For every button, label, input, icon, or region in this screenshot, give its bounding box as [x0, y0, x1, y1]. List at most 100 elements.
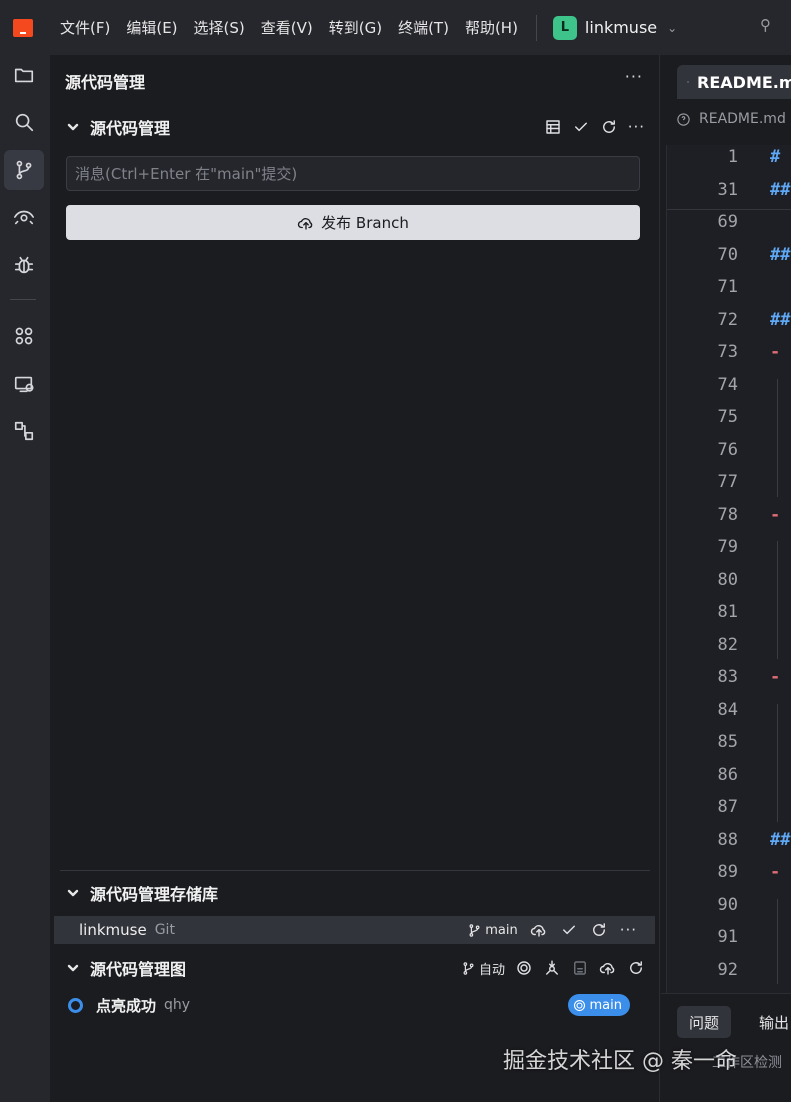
code-line[interactable]: 78 - [667, 505, 791, 537]
code-line[interactable]: 90 [667, 895, 791, 927]
target-icon[interactable] [515, 959, 533, 977]
code-line[interactable]: 79 [667, 537, 791, 569]
menu-go[interactable]: 转到(G) [321, 17, 390, 38]
code-line[interactable]: 83 - [667, 667, 791, 699]
workspace-detect-text: 工作区检测 [712, 1055, 782, 1071]
repos-section-header[interactable]: 源代码管理存储库 [60, 878, 655, 908]
commit-message-input[interactable] [66, 156, 640, 191]
check-icon[interactable] [572, 118, 590, 136]
line-number: 84 [717, 699, 738, 720]
section-divider [60, 870, 650, 871]
line-number: 1 [727, 147, 738, 167]
code-line[interactable]: 91 [667, 927, 791, 959]
code-line[interactable]: 87 [667, 797, 791, 829]
more-icon[interactable]: ··· [620, 921, 637, 939]
fetch-icon[interactable] [543, 959, 561, 977]
tab-readme[interactable]: README.md [677, 65, 791, 99]
code-line[interactable]: 72 ## [667, 310, 791, 342]
tab-output[interactable]: 输出 [747, 1006, 791, 1038]
repo-type: Git [154, 922, 175, 938]
line-number: 87 [717, 797, 738, 817]
code-line[interactable]: 88 ## [667, 830, 791, 862]
code-area[interactable]: 1 #31 ## 69 70 ## 71 72 ## 73-74 75 76 77 78-79 80 81 82… [666, 145, 791, 1037]
project-switcher[interactable]: L linkmuse ⌄ [552, 15, 677, 40]
code-line[interactable]: 86 [667, 765, 791, 797]
more-icon[interactable]: ··· [625, 67, 643, 86]
branch-icon [469, 923, 480, 937]
graph-section-title: 源代码管理图 [90, 960, 187, 979]
indent-guide [777, 541, 778, 659]
cloud-upload-icon[interactable] [599, 959, 617, 977]
check-icon[interactable] [560, 921, 578, 939]
chevron-down-icon [66, 962, 80, 974]
commit-author: qhy [164, 997, 191, 1013]
code-line[interactable]: 82 [667, 635, 791, 667]
refresh-icon[interactable] [590, 921, 608, 939]
code-line[interactable]: 92 [667, 960, 791, 992]
chevron-down-icon [66, 121, 80, 133]
code-line[interactable]: 69 [667, 212, 791, 244]
scm-section-header[interactable]: 源代码管理 ··· [60, 112, 655, 142]
commit-message: 点亮成功 [96, 996, 157, 1015]
line-number: 89 [717, 862, 738, 882]
repo-branch-label: main [485, 922, 518, 938]
refresh-icon[interactable] [600, 118, 618, 136]
code-line[interactable]: 81 [667, 602, 791, 634]
code-line[interactable]: 1 # [667, 147, 791, 179]
code-line[interactable]: 73 - [667, 342, 791, 374]
heading-marker: ## [770, 244, 791, 265]
line-number: 86 [717, 764, 738, 785]
project-badge: L [552, 15, 577, 40]
explorer-icon[interactable] [4, 55, 44, 95]
scm-section-title: 源代码管理 [90, 119, 171, 138]
graph-section-header[interactable]: 源代码管理图 自动 [60, 953, 655, 983]
publish-branch-button[interactable]: 发布 Branch [66, 205, 640, 240]
info-icon [677, 112, 690, 126]
code-line[interactable]: 84 [667, 700, 791, 732]
list-marker: - [770, 862, 781, 882]
publish-branch-label: 发布 Branch [321, 214, 409, 232]
code-line[interactable]: 71 [667, 277, 791, 309]
menu-terminal[interactable]: 终端(T) [390, 17, 457, 38]
code-line[interactable]: 74 [667, 375, 791, 407]
menu-help[interactable]: 帮助(H) [457, 17, 526, 38]
refresh-icon[interactable] [627, 959, 645, 977]
menu-file[interactable]: 文件(F) [52, 17, 118, 38]
tree-view-icon[interactable] [544, 118, 562, 136]
code-line[interactable]: 76 [667, 440, 791, 472]
commit-row[interactable]: 点亮成功 qhy main [60, 990, 645, 1020]
breadcrumb[interactable]: README.md [676, 111, 786, 127]
menu-edit[interactable]: 编辑(E) [118, 17, 185, 38]
code-line[interactable]: 77 [667, 472, 791, 504]
graph-auto-toggle[interactable]: 自动 [461, 959, 505, 978]
graph-auto-label: 自动 [478, 962, 505, 978]
code-line[interactable]: 31 ## [667, 180, 791, 212]
code-line[interactable]: 89 - [667, 862, 791, 894]
code-line[interactable]: 70 ## [667, 245, 791, 277]
code-line[interactable]: 85 [667, 732, 791, 764]
code-line[interactable]: 75 [667, 407, 791, 439]
source-control-icon[interactable] [4, 150, 44, 190]
menu-view[interactable]: 查看(V) [253, 17, 321, 38]
project-name: linkmuse [584, 18, 658, 37]
panel-title: 源代码管理 [65, 73, 146, 92]
pull-icon[interactable] [571, 959, 589, 977]
git-graph-icon[interactable] [4, 411, 44, 451]
repository-row[interactable]: linkmuse Git main ··· [54, 916, 655, 944]
search-icon[interactable] [4, 102, 44, 142]
remote-icon[interactable] [4, 364, 44, 404]
more-icon[interactable]: ··· [628, 118, 645, 136]
extensions-icon[interactable] [4, 316, 44, 356]
search-icon[interactable]: ⚲ [760, 16, 771, 34]
branch-badge-label: main [589, 997, 622, 1013]
eye-icon[interactable] [4, 197, 44, 237]
repo-name: linkmuse [79, 921, 147, 939]
debug-icon[interactable] [4, 245, 44, 285]
tab-problems[interactable]: 问题 [677, 1006, 732, 1038]
menu-selection[interactable]: 选择(S) [186, 17, 253, 38]
code-line[interactable]: 80 [667, 570, 791, 602]
bottom-panel: 问题 输出 [661, 993, 791, 1102]
cloud-upload-icon[interactable] [530, 921, 548, 939]
branch-selector[interactable]: main [467, 922, 518, 938]
line-number: 72 [717, 309, 738, 330]
